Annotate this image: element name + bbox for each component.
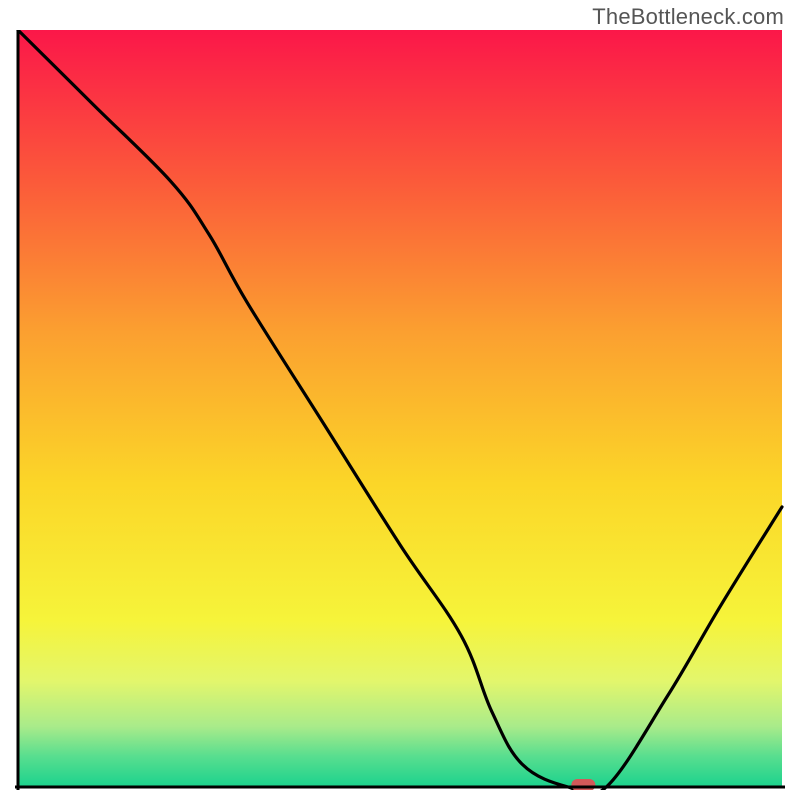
watermark-text: TheBottleneck.com	[592, 4, 784, 30]
bottleneck-chart	[15, 30, 785, 790]
chart-svg	[15, 30, 785, 790]
